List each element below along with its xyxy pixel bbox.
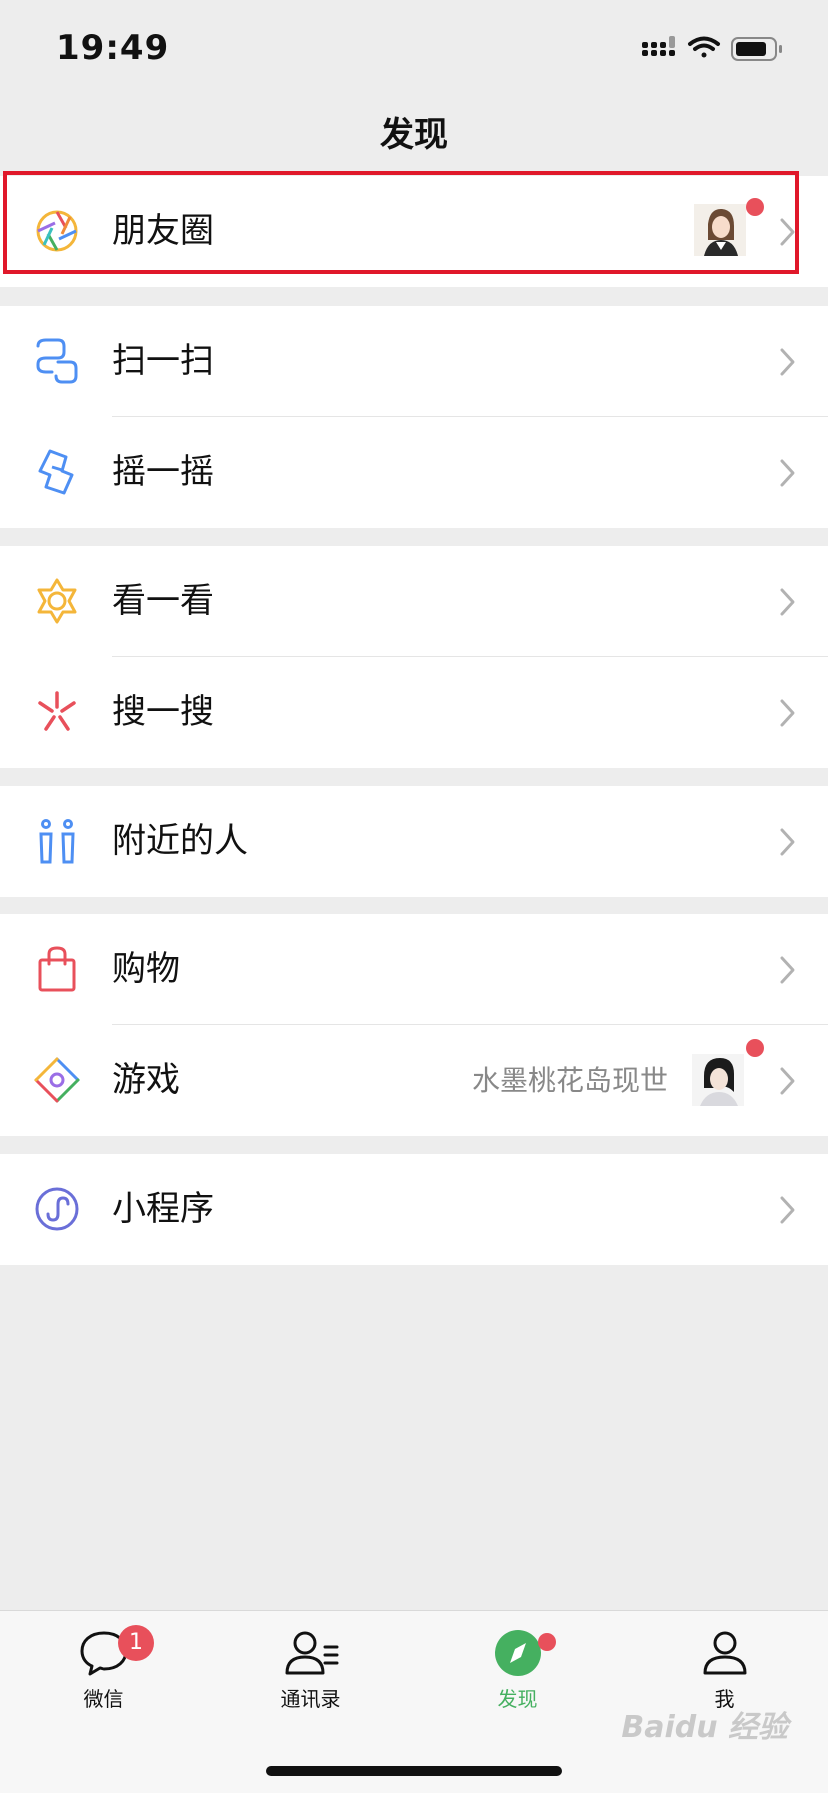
tab-label: 发现 — [497, 1687, 538, 1711]
shopping-bag-icon — [38, 946, 76, 992]
compass-icon — [494, 1630, 541, 1676]
scan-icon — [36, 338, 78, 384]
chevron-right-icon — [780, 1196, 795, 1224]
moments-icon — [36, 210, 78, 252]
menu-item-top-stories[interactable]: 看一看 — [0, 546, 828, 657]
group-moments: 朋友圈 — [0, 176, 828, 287]
people-nearby-icon — [39, 819, 75, 864]
group-stories-search: 看一看 搜一搜 — [0, 546, 828, 768]
menu-item-label: 朋友圈 — [112, 211, 214, 251]
menu-item-people-nearby[interactable]: 附近的人 — [0, 786, 828, 897]
watermark: Baidu 经验 — [621, 1710, 788, 1745]
discover-new-dot — [538, 1633, 556, 1651]
tab-label: 通讯录 — [280, 1687, 341, 1711]
chevron-right-icon — [780, 828, 795, 856]
menu-item-scan[interactable]: 扫一扫 — [0, 306, 828, 417]
menu-item-search[interactable]: 搜一搜 — [0, 657, 828, 768]
menu-item-shake[interactable]: 摇一摇 — [0, 417, 828, 528]
games-promo-avatar — [692, 1054, 744, 1106]
chevron-right-icon — [780, 699, 795, 727]
top-stories-icon — [37, 578, 77, 624]
moments-avatar — [694, 204, 746, 256]
page-title: 发现 — [380, 115, 448, 155]
menu-item-label: 游戏 — [112, 1060, 180, 1100]
group-mini-programs: 小程序 — [0, 1154, 828, 1265]
games-promo-text: 水墨桃花岛现世 — [471, 1064, 668, 1097]
group-scan-shake: 扫一扫 摇一摇 — [0, 306, 828, 528]
moments-new-dot — [746, 198, 764, 216]
group-nearby: 附近的人 — [0, 786, 828, 897]
menu-item-label: 搜一搜 — [112, 692, 214, 732]
menu-item-moments[interactable]: 朋友圈 — [0, 176, 828, 287]
battery-icon — [731, 37, 782, 61]
menu-item-mini-programs[interactable]: 小程序 — [0, 1154, 828, 1265]
shake-icon — [38, 449, 74, 495]
signal-icon — [642, 36, 675, 56]
games-icon — [34, 1057, 80, 1103]
chevron-right-icon — [780, 588, 795, 616]
menu-item-label: 扫一扫 — [112, 341, 214, 381]
search-icon — [38, 691, 76, 731]
menu-item-shopping[interactable]: 购物 — [0, 914, 828, 1025]
games-new-dot — [746, 1039, 764, 1057]
menu-item-label: 看一看 — [112, 581, 214, 621]
chevron-right-icon — [780, 459, 795, 487]
group-shopping-games: 购物 游戏 水墨桃花岛现世 — [0, 914, 828, 1136]
status-time: 19:49 — [56, 28, 170, 68]
contacts-icon — [285, 1631, 338, 1675]
tab-label: 微信 — [83, 1687, 124, 1711]
unread-badge: 1 — [118, 1625, 154, 1661]
menu-item-games[interactable]: 游戏 水墨桃花岛现世 — [0, 1025, 828, 1136]
person-icon — [703, 1631, 746, 1675]
status-bar: 19:49 — [0, 0, 828, 100]
menu-item-label: 附近的人 — [112, 821, 248, 861]
chevron-right-icon — [780, 348, 795, 376]
tab-discover[interactable]: 发现 — [414, 1629, 621, 1739]
menu-item-label: 购物 — [112, 949, 180, 989]
status-icons — [642, 34, 792, 64]
chevron-right-icon — [780, 956, 795, 984]
wifi-icon — [688, 36, 720, 58]
tab-chats[interactable]: 1 微信 — [0, 1625, 207, 1739]
home-indicator — [266, 1766, 562, 1776]
chevron-right-icon — [780, 218, 795, 246]
menu-item-label: 摇一摇 — [112, 452, 214, 492]
chevron-right-icon — [780, 1067, 795, 1095]
tab-contacts[interactable]: 通讯录 — [207, 1629, 414, 1739]
menu-item-label: 小程序 — [112, 1189, 214, 1229]
mini-programs-icon — [35, 1187, 79, 1231]
